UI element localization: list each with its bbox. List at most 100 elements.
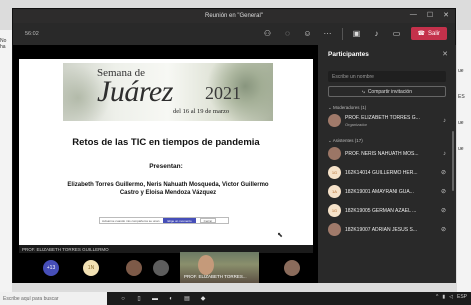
taskbar-search-input[interactable]: Escribe aquí para buscar: [0, 292, 107, 305]
background-right-text: ES: [458, 94, 465, 100]
notification-text: Avisarme cuando mis compañeros se unan: [102, 218, 160, 223]
meeting-stage: Semana de Juárez 2021 del 16 al 19 de ma…: [13, 45, 318, 283]
video-name-label: PROF. ELIZABETH TORRES...: [184, 274, 247, 279]
shared-presentation: Semana de Juárez 2021 del 16 al 19 de ma…: [19, 59, 313, 245]
chat-icon[interactable]: ◌: [282, 28, 294, 40]
microphone-icon: ♪: [443, 150, 446, 157]
call-controls: ⚇ ◌ ☺ ··· ▣ ♪ ▭ ☎ Salir: [262, 27, 447, 40]
slide-authors: Elizabeth Torres Guillermo, Neris Nahuat…: [67, 182, 269, 196]
close-panel-icon[interactable]: ✕: [442, 50, 448, 58]
participant-row[interactable]: 1G 182K19005 GERMÁN AZAEL ... ⊘: [318, 201, 456, 220]
avatar: 1G: [328, 204, 341, 217]
volume-icon[interactable]: ◁: [449, 294, 453, 300]
slide-heading: Retos de las TIC en tiempos de pandemia: [72, 137, 260, 148]
notification-close-button[interactable]: Cerrar: [199, 218, 217, 223]
participant-row[interactable]: PROF. NERIS NAHUATH MOS... ♪: [318, 144, 456, 163]
teams-icon[interactable]: ◆: [199, 295, 207, 303]
participants-icon[interactable]: ⚇: [262, 28, 274, 40]
chevron-up-icon[interactable]: ^: [436, 294, 438, 300]
background-right-text: ue: [458, 68, 464, 74]
attendees-header-label: Asistentes (17): [332, 138, 363, 143]
teams-meeting-window: Reunión en "General" — ☐ ✕ 56:02 ⚇ ◌ ☺ ·…: [12, 8, 456, 283]
file-explorer-icon[interactable]: ▬: [151, 295, 159, 303]
video-person: [198, 255, 214, 275]
banner-dates: del 16 al 19 de marzo: [173, 108, 230, 115]
microphone-muted-icon: ⊘: [440, 189, 446, 195]
edge-icon[interactable]: ◐: [167, 295, 175, 303]
search-icon[interactable]: ○: [119, 295, 127, 303]
task-view-icon[interactable]: ▯: [135, 295, 143, 303]
microphone-muted-icon: ⊘: [440, 170, 446, 176]
camera-off-icon[interactable]: ▣: [351, 28, 363, 40]
notification-bar: Avisarme cuando mis compañeros se unan E…: [99, 217, 229, 224]
close-icon[interactable]: ✕: [443, 11, 449, 19]
panel-header: Participantes ✕: [318, 45, 456, 63]
slide-presenters-label: Presentan:: [149, 163, 183, 170]
maximize-icon[interactable]: ☐: [427, 11, 433, 19]
participant-role: Organizador: [345, 122, 368, 127]
participants-panel: Participantes ✕ Escribe un nombre ⤷ Comp…: [318, 45, 456, 283]
avatar: 1G: [328, 166, 341, 179]
title-bar: Reunión en "General" — ☐ ✕: [13, 9, 455, 23]
background-left-text: No ha: [0, 38, 7, 50]
language-indicator[interactable]: ESP: [457, 294, 467, 300]
windows-taskbar: Escribe aquí para buscar ○ ▯ ▬ ◐ ▤ ◆ ^ ▮…: [0, 292, 471, 305]
screen: No ha ue ES ue ue Reunión en "General" —…: [0, 0, 471, 305]
participant-search-input[interactable]: Escribe un nombre: [328, 71, 446, 82]
banner-year: 2021: [205, 83, 241, 103]
more-participants-button[interactable]: +13: [43, 260, 59, 276]
phone-icon: ☎: [417, 31, 425, 37]
banner-main-title: Juárez: [97, 75, 173, 108]
minimize-icon[interactable]: —: [410, 11, 417, 19]
share-invite-label: Compartir invitación: [367, 88, 412, 95]
participant-avatar[interactable]: [284, 260, 300, 276]
system-tray: ^ ▮ ◁ ESP: [436, 294, 467, 300]
more-options-icon[interactable]: ···: [322, 28, 334, 40]
avatar: [328, 114, 341, 127]
network-icon[interactable]: ▮: [442, 294, 445, 300]
participant-avatar[interactable]: [153, 260, 169, 276]
microphone-muted-icon: ⊘: [440, 208, 446, 214]
background-right-text: ue: [458, 146, 464, 152]
call-timer: 56:02: [25, 31, 39, 37]
microphone-muted-icon: ⊘: [440, 227, 446, 233]
participant-avatar[interactable]: 1N: [83, 260, 99, 276]
taskbar-apps: ○ ▯ ▬ ◐ ▤ ◆: [119, 295, 207, 303]
mouse-cursor-icon: ⬉: [277, 232, 283, 239]
participant-gallery: +13 1N PROF. ELIZABETH TORRES...: [13, 247, 318, 283]
panel-title: Participantes: [328, 50, 369, 58]
leave-label: Salir: [427, 30, 440, 37]
background-right-text: ue: [458, 120, 464, 126]
background-window-right: ue ES ue ue: [457, 30, 471, 292]
background-window-left: No ha: [0, 30, 12, 292]
reactions-icon[interactable]: ☺: [302, 28, 314, 40]
avatar: [328, 223, 341, 236]
microphone-icon[interactable]: ♪: [371, 28, 383, 40]
participant-row[interactable]: 182K19007 ADRIÁN JESÚS S... ⊘: [318, 220, 456, 239]
leave-button[interactable]: ☎ Salir: [410, 27, 447, 40]
avatar: [328, 147, 341, 160]
notification-action-button[interactable]: Elige un momento: [163, 218, 196, 223]
participant-name: PROF. ELIZABETH TORRES G...: [345, 115, 420, 121]
call-toolbar: 56:02 ⚇ ◌ ☺ ··· ▣ ♪ ▭ ☎ Salir: [13, 23, 455, 45]
panel-scrollbar[interactable]: [452, 131, 454, 191]
participant-row[interactable]: PROF. ELIZABETH TORRES G... Organizador …: [318, 111, 456, 130]
share-screen-icon[interactable]: ▭: [391, 28, 403, 40]
microphone-icon: ♪: [443, 117, 446, 124]
window-title: Reunión en "General": [205, 13, 263, 19]
participant-row[interactable]: 1G 162K14014 GUILLERMO HER... ⊘: [318, 163, 456, 182]
event-banner: Semana de Juárez 2021 del 16 al 19 de ma…: [63, 63, 273, 121]
participant-name: PROF. NERIS NAHUATH MOS...: [345, 150, 419, 157]
share-icon: ⤷: [362, 88, 365, 95]
participant-name: 162K14014 GUILLERMO HER...: [345, 169, 418, 176]
share-invite-button[interactable]: ⤷ Compartir invitación: [328, 86, 446, 97]
participant-video[interactable]: PROF. ELIZABETH TORRES...: [180, 252, 259, 283]
participant-name: 182K19005 GERMÁN AZAEL ...: [345, 207, 417, 214]
divider: [341, 27, 343, 40]
participant-avatar[interactable]: [126, 260, 142, 276]
avatar: 1A: [328, 185, 341, 198]
participant-name: 182K19001 AMAYRANI GUA...: [345, 188, 414, 195]
window-controls: — ☐ ✕: [410, 11, 449, 19]
store-icon[interactable]: ▤: [183, 295, 191, 303]
participant-row[interactable]: 1A 182K19001 AMAYRANI GUA... ⊘: [318, 182, 456, 201]
